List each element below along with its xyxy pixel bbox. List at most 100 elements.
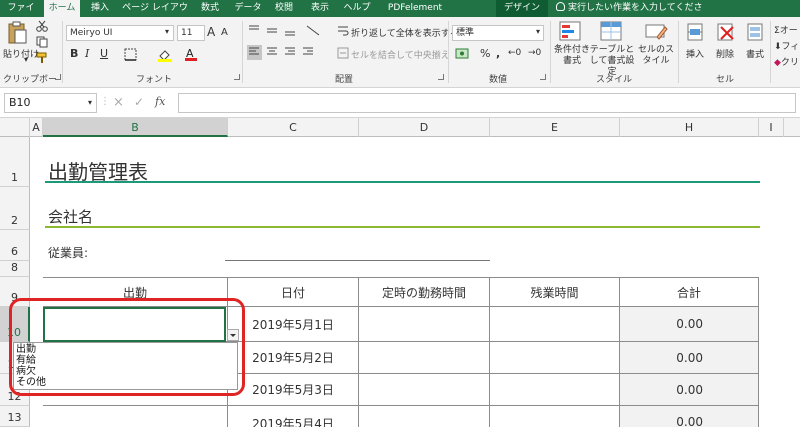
alignment-launcher-icon[interactable] xyxy=(438,74,444,80)
paste-dropdown-icon[interactable]: ▾ xyxy=(24,55,28,64)
paste-icon[interactable] xyxy=(6,21,28,45)
header-regular-hours[interactable]: 定時の勤務時間 xyxy=(359,277,490,307)
row-header-2[interactable]: 2 xyxy=(0,187,30,230)
conditional-formatting-button[interactable]: 条件付き書式 xyxy=(554,45,590,67)
font-name-dropdown-icon[interactable]: ▾ xyxy=(165,27,169,36)
date-cell[interactable]: 2019年5月1日 xyxy=(228,307,359,342)
date-cell[interactable]: 2019年5月2日 xyxy=(228,342,359,374)
decrease-decimal-icon[interactable]: →0 xyxy=(528,48,541,58)
overtime-hours-cell[interactable] xyxy=(490,342,620,374)
tab-design[interactable]: デザイン xyxy=(496,0,548,17)
cancel-icon[interactable]: × xyxy=(113,95,124,110)
delete-cells-icon[interactable] xyxy=(716,21,736,43)
total-cell[interactable]: 0.00 xyxy=(620,374,759,406)
alignment-buttons-icon[interactable] xyxy=(247,23,327,65)
tab-review[interactable]: 校閲 xyxy=(270,0,298,17)
fill-button[interactable]: ⬇フィ xyxy=(774,39,799,52)
enter-icon[interactable]: ✓ xyxy=(134,95,144,109)
regular-hours-cell[interactable] xyxy=(359,374,490,406)
row-header-1[interactable]: 1 xyxy=(0,137,30,187)
clipboard-launcher-icon[interactable] xyxy=(55,74,61,80)
regular-hours-cell[interactable] xyxy=(359,342,490,374)
font-color-icon[interactable]: A xyxy=(184,46,198,62)
tab-help[interactable]: ヘルプ xyxy=(340,0,374,17)
tab-data[interactable]: データ xyxy=(232,0,264,17)
column-header-h[interactable]: H xyxy=(620,118,759,137)
overtime-hours-cell[interactable] xyxy=(490,307,620,342)
column-header-i[interactable]: I xyxy=(759,118,784,137)
column-header-e[interactable]: E xyxy=(490,118,620,137)
delete-cells-button[interactable]: 削除 xyxy=(716,47,734,60)
insert-function-icon[interactable]: fx xyxy=(155,95,165,108)
name-box-dropdown-icon[interactable]: ▾ xyxy=(88,98,92,107)
overtime-hours-cell[interactable] xyxy=(490,406,620,427)
format-painter-icon[interactable] xyxy=(36,52,48,64)
comma-style-button[interactable]: , xyxy=(496,47,500,60)
row-header-13[interactable]: 13 xyxy=(0,406,30,427)
date-cell[interactable]: 2019年5月4日 xyxy=(228,406,359,427)
accounting-format-icon[interactable] xyxy=(455,47,475,61)
fill-color-icon[interactable] xyxy=(157,48,173,62)
underline-button[interactable]: U xyxy=(100,47,108,60)
formula-input[interactable] xyxy=(178,93,796,113)
borders-icon[interactable] xyxy=(124,48,138,61)
header-total[interactable]: 合計 xyxy=(620,277,759,307)
regular-hours-cell[interactable] xyxy=(359,406,490,427)
bold-button[interactable]: B xyxy=(70,47,78,60)
insert-cells-icon[interactable] xyxy=(686,21,706,43)
italic-button[interactable]: I xyxy=(85,47,89,60)
total-cell[interactable]: 0.00 xyxy=(620,342,759,374)
tab-file[interactable]: ファイル xyxy=(4,0,38,30)
wrap-text-button[interactable]: 折り返して全体を表示する xyxy=(351,26,459,39)
resize-handle-icon[interactable]: ⋮ xyxy=(100,96,111,107)
grow-font-button[interactable]: A xyxy=(207,25,215,39)
format-cells-button[interactable]: 書式 xyxy=(746,47,764,60)
overtime-hours-cell[interactable] xyxy=(490,374,620,406)
font-name-select[interactable]: Meiryo UI xyxy=(66,25,174,41)
row-header-8[interactable]: 8 xyxy=(0,261,30,277)
column-header-c[interactable]: C xyxy=(228,118,359,137)
font-size-select[interactable]: 11 xyxy=(177,25,205,41)
increase-decimal-icon[interactable]: ←0 xyxy=(508,48,521,58)
regular-hours-cell[interactable] xyxy=(359,307,490,342)
date-cell[interactable]: 2019年5月3日 xyxy=(228,374,359,406)
percent-style-button[interactable]: % xyxy=(480,47,490,60)
merge-center-button[interactable]: セルを結合して中央揃え xyxy=(351,48,450,61)
insert-cells-button[interactable]: 挿入 xyxy=(686,47,704,60)
cut-icon[interactable] xyxy=(36,20,48,32)
wrap-text-icon[interactable] xyxy=(337,25,349,37)
column-header-a[interactable]: A xyxy=(30,118,43,137)
clear-button[interactable]: ◆クリ xyxy=(774,55,799,68)
tab-home[interactable]: ホーム xyxy=(44,0,80,17)
number-format-select[interactable]: 標準 xyxy=(452,25,544,41)
shrink-font-button[interactable]: A xyxy=(221,27,228,38)
number-launcher-icon[interactable] xyxy=(540,74,546,80)
column-header-d[interactable]: D xyxy=(359,118,490,137)
tab-formulas[interactable]: 数式 xyxy=(196,0,224,17)
tab-pdfelement[interactable]: PDFelement xyxy=(380,0,450,17)
total-cell[interactable]: 0.00 xyxy=(620,307,759,342)
format-cells-icon[interactable] xyxy=(746,21,766,43)
autosum-button[interactable]: Σオー xyxy=(774,23,798,36)
tab-insert[interactable]: 挿入 xyxy=(86,0,114,17)
cell-styles-button[interactable]: セルのスタイル xyxy=(638,45,674,67)
total-cell[interactable]: 0.00 xyxy=(620,406,759,427)
attendance-cell[interactable] xyxy=(43,406,228,427)
tab-view[interactable]: 表示 xyxy=(306,0,334,17)
header-date[interactable]: 日付 xyxy=(228,277,359,307)
copy-icon[interactable] xyxy=(36,36,48,48)
column-header-b[interactable]: B xyxy=(43,118,228,137)
merge-center-icon[interactable] xyxy=(337,47,349,59)
tab-page-layout[interactable]: ページ レイアウト xyxy=(120,0,190,30)
row-header-6[interactable]: 6 xyxy=(0,230,30,261)
number-format-dropdown-icon[interactable]: ▾ xyxy=(536,27,540,36)
font-launcher-icon[interactable] xyxy=(234,74,240,80)
paste-button[interactable]: 貼り付け xyxy=(3,47,39,60)
header-overtime-hours[interactable]: 残業時間 xyxy=(490,277,620,307)
name-box[interactable]: B10 xyxy=(4,93,97,113)
select-all-corner[interactable] xyxy=(0,118,30,137)
tell-me-search[interactable]: 実行したい作業を入力してください xyxy=(556,0,706,30)
format-as-table-icon[interactable] xyxy=(600,21,624,43)
conditional-formatting-icon[interactable] xyxy=(559,21,583,43)
cell-styles-icon[interactable] xyxy=(645,21,669,43)
